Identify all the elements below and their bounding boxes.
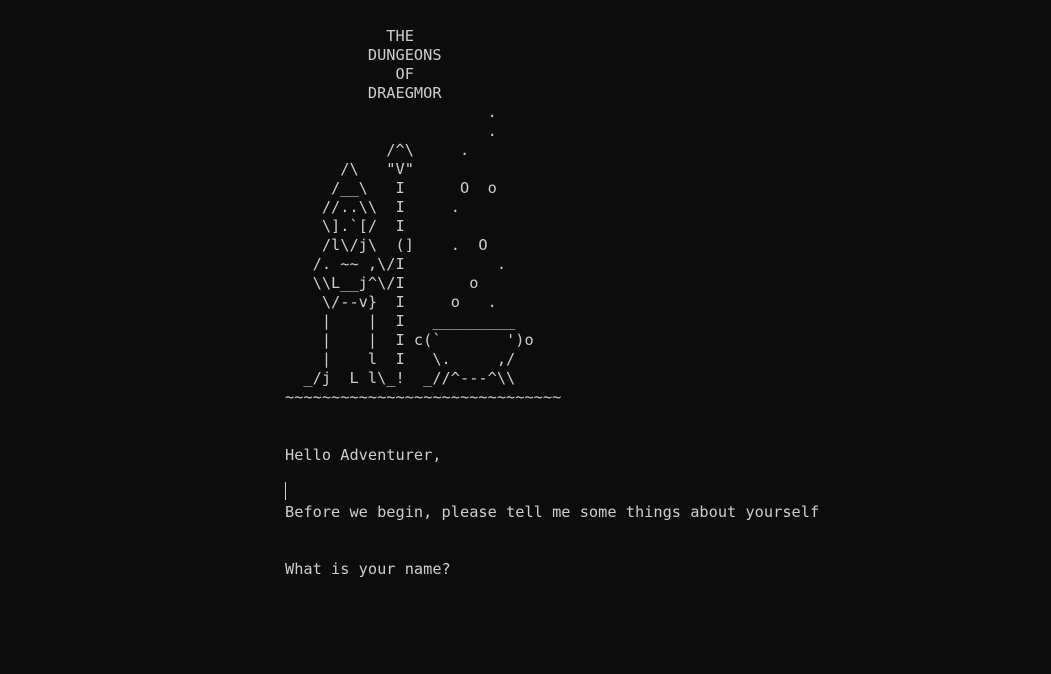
name-prompt-line: What is your name?: [285, 560, 451, 578]
terminal-input-line[interactable]: [285, 617, 819, 636]
text-cursor: [285, 482, 286, 500]
terminal-output: Hello Adventurer, Before we begin, pleas…: [285, 408, 819, 674]
intro-line: Before we begin, please tell me some thi…: [285, 503, 820, 521]
greeting-line: Hello Adventurer,: [285, 446, 442, 464]
terminal-window[interactable]: THE DUNGEONS OF DRAEGMOR . . /^\ . /\ "V…: [0, 0, 1051, 578]
dungeons-of-draegmor-ascii-art: THE DUNGEONS OF DRAEGMOR . . /^\ . /\ "V…: [285, 27, 562, 406]
